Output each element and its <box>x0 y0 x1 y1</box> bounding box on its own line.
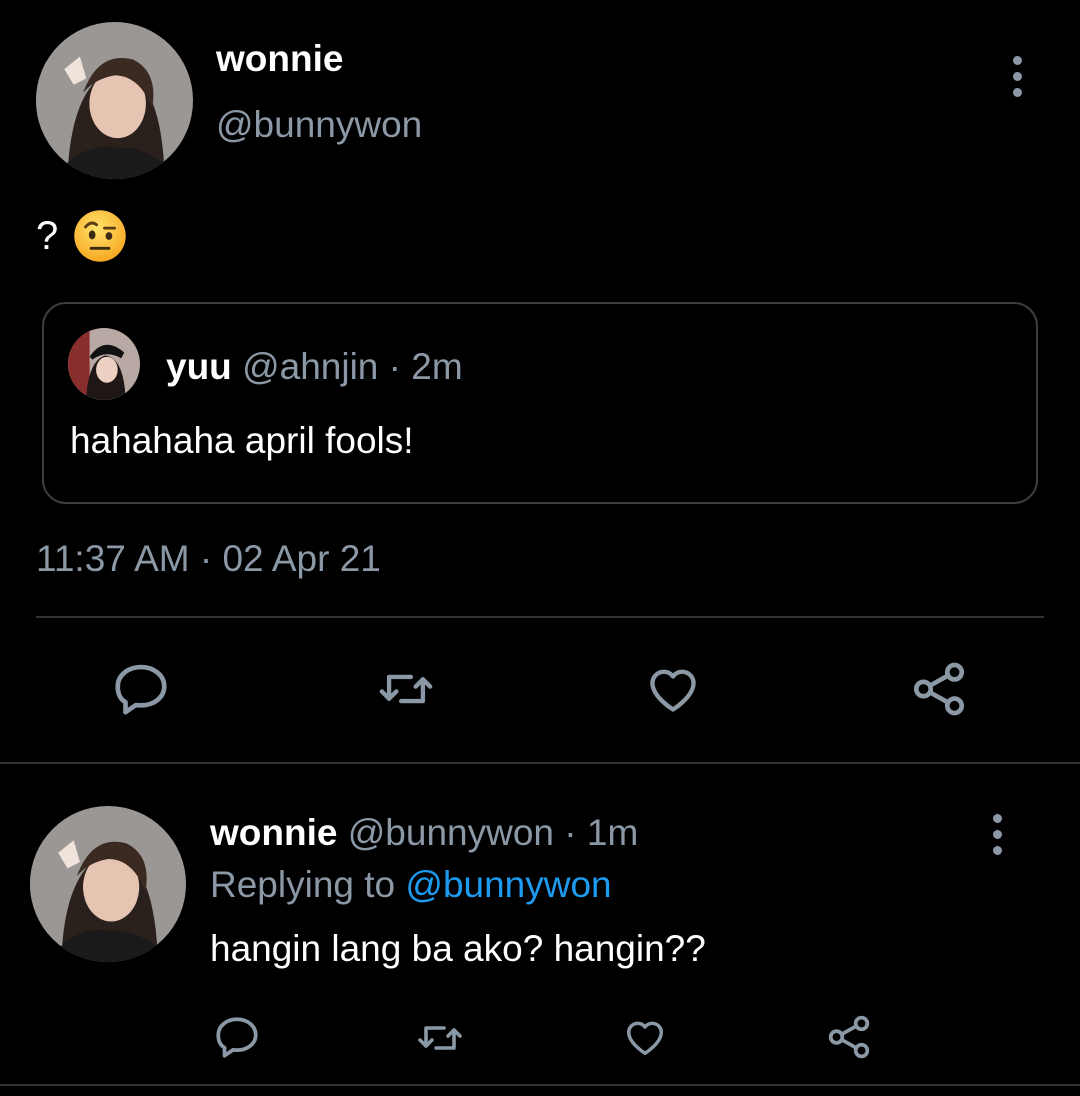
divider <box>36 616 1044 618</box>
author-handle[interactable]: @bunnywon <box>216 104 422 146</box>
reply-author-name[interactable]: wonnie <box>210 812 337 853</box>
tweet-thread: wonnie @bunnywon ? yuu @ahnjin · 2m haha… <box>0 0 1080 1096</box>
divider <box>0 1084 1080 1086</box>
tweet-timestamp[interactable]: 11:37 AM · 02 Apr 21 <box>36 538 381 580</box>
separator-dot: · <box>388 346 401 387</box>
author-name[interactable]: wonnie <box>216 38 343 80</box>
avatar[interactable] <box>30 806 186 962</box>
separator-dot: · <box>564 812 577 853</box>
more-options-icon[interactable] <box>987 814 1007 855</box>
reply-icon[interactable] <box>212 1012 262 1062</box>
quoted-author-handle[interactable]: @ahnjin <box>242 346 378 387</box>
tweet-text: ? <box>36 208 128 264</box>
avatar[interactable] <box>36 22 193 179</box>
tweet-text-content: ? <box>36 213 59 258</box>
quoted-author-name[interactable]: yuu <box>166 346 232 387</box>
reply-header: wonnie @bunnywon · 1m <box>210 812 638 854</box>
face-with-raised-eyebrow-emoji <box>74 210 127 262</box>
reply-icon[interactable] <box>110 658 172 720</box>
reply-time[interactable]: 1m <box>587 812 638 853</box>
quoted-time: 2m <box>411 346 463 387</box>
like-icon[interactable] <box>620 1014 670 1060</box>
share-icon[interactable] <box>908 658 970 720</box>
replying-to-label: Replying to <box>210 864 396 905</box>
divider <box>0 762 1080 764</box>
reply-author-handle[interactable]: @bunnywon <box>348 812 554 853</box>
like-icon[interactable] <box>642 660 704 718</box>
quoted-avatar[interactable] <box>68 328 140 400</box>
retweet-icon[interactable] <box>372 660 440 718</box>
replying-to: Replying to @bunnywon <box>210 864 612 906</box>
quoted-header: yuu @ahnjin · 2m <box>166 346 463 388</box>
reply-text: hangin lang ba ako? hangin?? <box>210 928 706 969</box>
quoted-tweet[interactable]: yuu @ahnjin · 2m hahahaha april fools! <box>42 302 1038 504</box>
retweet-icon[interactable] <box>412 1014 468 1062</box>
replying-to-link[interactable]: @bunnywon <box>405 864 611 905</box>
share-icon[interactable] <box>824 1012 874 1062</box>
more-options-icon[interactable] <box>1007 56 1027 97</box>
quoted-text: hahahaha april fools! <box>70 420 414 461</box>
